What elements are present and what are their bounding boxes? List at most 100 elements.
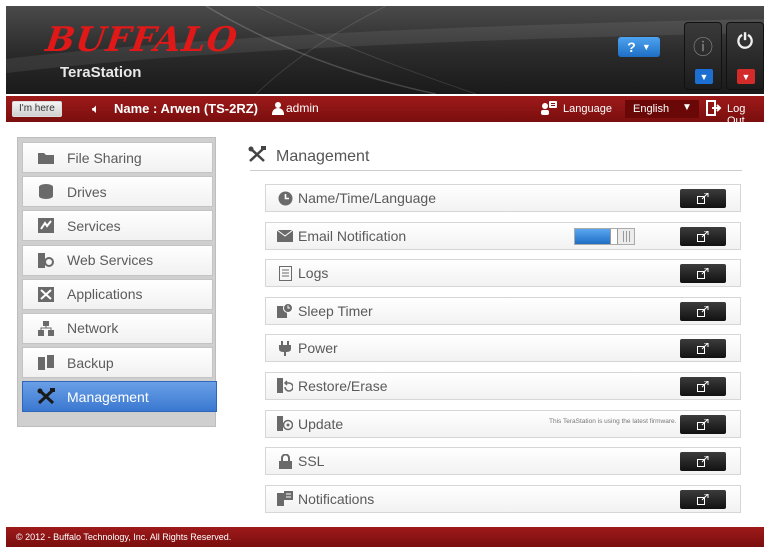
sleep-timer-icon [276, 303, 294, 319]
open-settings-button[interactable] [680, 301, 726, 321]
lock-icon [276, 453, 294, 469]
sidebar-item-backup[interactable]: Backup [22, 347, 213, 379]
open-settings-button[interactable] [680, 489, 726, 509]
notifications-icon [276, 491, 294, 507]
page-title: Management [248, 146, 369, 168]
open-settings-button[interactable] [680, 226, 726, 246]
settings-list: Name/Time/Language Email Notification Lo… [265, 184, 741, 522]
username: admin [286, 101, 319, 115]
sidebar-item-label: Management [67, 388, 149, 405]
chevron-down-icon: ▼ [641, 42, 651, 52]
sidebar-item-management[interactable]: Management [22, 381, 217, 413]
open-window-icon [697, 493, 709, 505]
row-label: Sleep Timer [298, 302, 373, 319]
services-icon [37, 218, 55, 234]
logout-icon[interactable] [706, 100, 722, 116]
open-window-icon [697, 456, 709, 468]
tools-icon [37, 388, 55, 405]
row-label: Notifications [298, 490, 375, 507]
open-settings-button[interactable] [680, 376, 726, 396]
language-icon [541, 101, 557, 115]
settings-row-sleep-timer: Sleep Timer [265, 296, 741, 325]
logs-icon [276, 265, 294, 281]
row-label: SSL [298, 453, 325, 470]
info-button[interactable]: ⓘ ▼ [684, 22, 722, 90]
open-settings-button[interactable] [680, 189, 726, 208]
settings-row-power: Power [265, 334, 741, 363]
help-label: ? [627, 39, 636, 55]
plug-icon [276, 340, 294, 356]
help-button[interactable]: ? ▼ [618, 37, 660, 57]
toggle-knob [610, 228, 618, 244]
title-divider [250, 170, 742, 171]
row-label: Power [298, 340, 338, 357]
settings-row-email-notification: Email Notification [265, 221, 741, 250]
device-name: Name : Arwen (TS-2RZ) [114, 101, 258, 116]
settings-row-logs: Logs [265, 259, 741, 288]
open-settings-button[interactable] [680, 414, 726, 434]
logout-link[interactable]: Log Out [727, 103, 764, 127]
sidebar-item-services[interactable]: Services [22, 210, 213, 242]
user-icon [272, 101, 284, 115]
web-services-icon [37, 252, 55, 268]
tools-icon [248, 146, 266, 168]
sidebar-item-label: Services [67, 217, 121, 234]
sidebar-item-web-services[interactable]: Web Services [22, 244, 213, 276]
power-button[interactable]: ⏻ ▼ [726, 22, 764, 90]
open-window-icon [697, 305, 709, 317]
open-window-icon [697, 343, 709, 355]
folder-icon [37, 150, 55, 166]
firmware-status-note: This TeraStation is using the latest fir… [549, 417, 677, 425]
row-label: Email Notification [298, 227, 407, 244]
footer: © 2012 - Buffalo Technology, Inc. All Ri… [6, 527, 764, 547]
chevron-down-icon[interactable]: ▼ [682, 102, 692, 113]
backup-icon [37, 355, 55, 371]
status-bar: I'm here 🔈︎ Name : Arwen (TS-2RZ) admin … [6, 96, 764, 127]
page-title-text: Management [276, 148, 370, 165]
sidebar-item-label: Web Services [67, 252, 154, 269]
sidebar-item-file-sharing[interactable]: File Sharing [22, 142, 213, 173]
open-window-icon [697, 380, 709, 392]
power-icon: ⏻ [737, 31, 753, 53]
app-header: BUFFALO TeraStation ? ▼ ⓘ ▼ ⏻ ▼ [6, 6, 764, 94]
sidebar-item-drives[interactable]: Drives [22, 176, 213, 208]
sidebar-item-label: Backup [67, 354, 114, 371]
sidebar-item-label: Drives [67, 183, 107, 200]
row-label: Restore/Erase [298, 377, 388, 394]
open-settings-button[interactable] [680, 339, 726, 359]
open-settings-button[interactable] [680, 452, 726, 472]
product-name: TeraStation [60, 64, 142, 81]
update-icon [276, 416, 294, 432]
toggle-grip-line [626, 230, 627, 242]
chevron-down-icon: ▼ [737, 69, 755, 84]
open-window-icon [697, 193, 709, 204]
email-notification-toggle[interactable] [574, 227, 635, 245]
language-label: Language [563, 103, 612, 115]
open-settings-button[interactable] [680, 264, 726, 284]
row-label: Update [298, 415, 344, 432]
toggle-on-fill [575, 228, 613, 244]
settings-row-update: Update This TeraStation is using the lat… [265, 409, 741, 438]
sidebar-item-label: Applications [67, 286, 143, 303]
im-here-button[interactable]: I'm here [12, 101, 62, 117]
sidebar-item-applications[interactable]: Applications [22, 278, 213, 310]
sidebar: File Sharing Drives Services Web Service… [17, 137, 217, 427]
clock-icon [276, 190, 294, 206]
buffalo-logo: BUFFALO [43, 20, 241, 60]
row-label: Logs [298, 265, 329, 282]
sidebar-item-label: File Sharing [67, 149, 142, 166]
settings-row-name-time-language: Name/Time/Language [265, 184, 741, 212]
settings-row-restore-erase: Restore/Erase [265, 371, 741, 400]
open-window-icon [697, 268, 709, 280]
sidebar-item-label: Network [67, 320, 119, 337]
open-window-icon [697, 418, 709, 430]
settings-row-ssl: SSL [265, 447, 741, 476]
user-indicator: admin [272, 101, 319, 115]
row-label: Name/Time/Language [298, 190, 437, 206]
chevron-down-icon: ▼ [695, 69, 713, 84]
settings-row-notifications: Notifications [265, 484, 741, 513]
speaker-mute-icon[interactable]: 🔈︎ [92, 101, 100, 117]
network-icon [37, 320, 55, 336]
info-circle-icon: ⓘ [693, 37, 713, 59]
sidebar-item-network[interactable]: Network [22, 312, 213, 344]
